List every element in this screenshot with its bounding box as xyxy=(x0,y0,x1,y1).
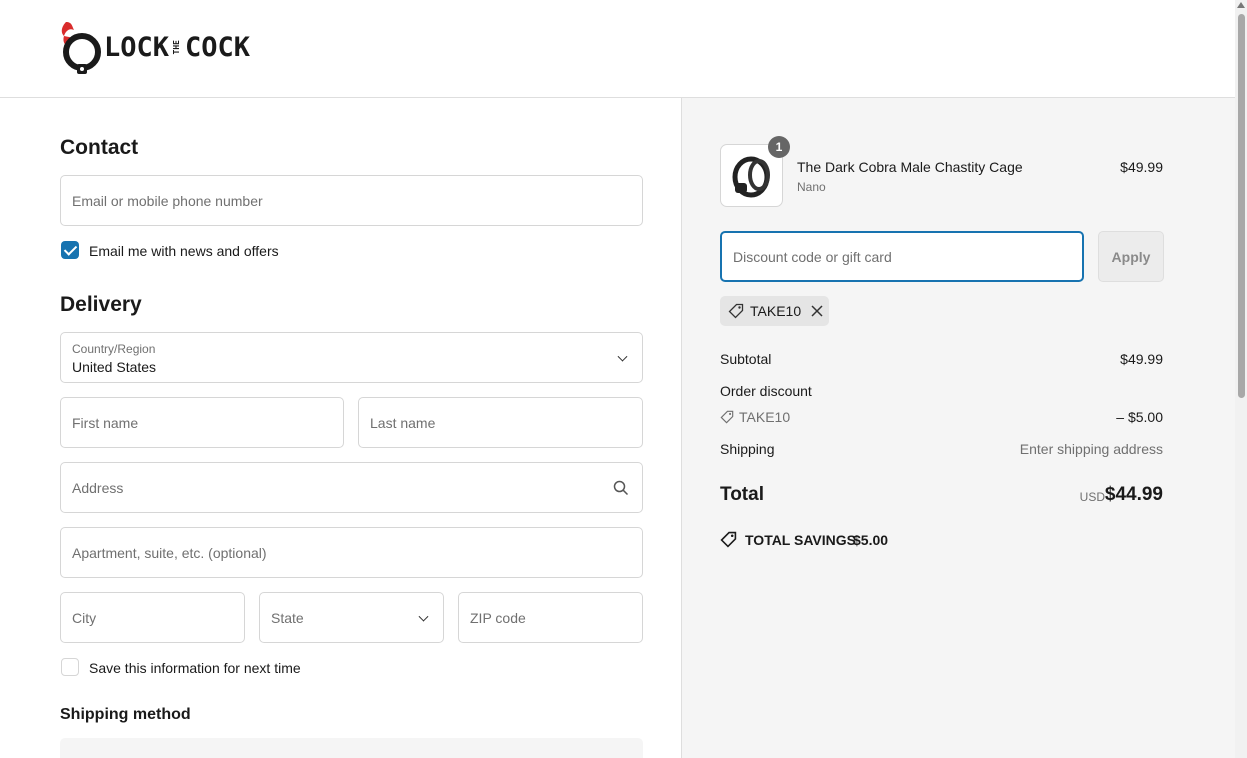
email-field[interactable]: Email or mobile phone number xyxy=(60,175,643,226)
product-price: $49.99 xyxy=(1120,159,1163,175)
currency-label: USD xyxy=(1079,490,1105,504)
scrollbar-thumb[interactable] xyxy=(1238,14,1245,398)
state-placeholder: State xyxy=(271,609,304,626)
first-name-placeholder: First name xyxy=(72,414,139,431)
brand-logo[interactable]: LOCK THE COCK xyxy=(60,18,250,76)
shipping-value: Enter shipping address xyxy=(1019,441,1163,457)
address-placeholder: Address xyxy=(72,479,124,496)
close-icon[interactable] xyxy=(811,305,823,317)
city-placeholder: City xyxy=(72,609,97,626)
total-label: Total xyxy=(720,484,764,505)
savings-value: $5.00 xyxy=(853,532,889,548)
discount-code-label: TAKE10 xyxy=(739,409,791,425)
country-select[interactable]: Country/Region United States xyxy=(60,332,643,383)
product-variant: Nano xyxy=(797,180,826,194)
news-checkbox[interactable] xyxy=(61,241,79,259)
brand-name-right: COCK xyxy=(185,31,251,63)
page-scrollbar[interactable] xyxy=(1235,0,1247,758)
country-value: United States xyxy=(72,359,157,375)
savings-tag-icon xyxy=(720,531,737,548)
subtotal-label: Subtotal xyxy=(720,351,772,367)
country-label: Country/Region xyxy=(72,342,156,356)
apartment-field[interactable]: Apartment, suite, etc. (optional) xyxy=(60,527,643,578)
applied-code: TAKE10 xyxy=(750,303,802,319)
order-summary: 1 The Dark Cobra Male Chastity Cage Nano… xyxy=(681,98,1235,758)
news-label: Email me with news and offers xyxy=(89,243,279,259)
brand-name-mid: THE xyxy=(172,39,182,55)
save-info-label: Save this information for next time xyxy=(89,660,301,676)
total-value: $44.99 xyxy=(1104,484,1163,505)
search-icon xyxy=(613,480,629,496)
rooster-lock-icon xyxy=(61,22,101,74)
checkout-form: Contact Email or mobile phone number Ema… xyxy=(0,98,681,758)
order-discount-label: Order discount xyxy=(720,383,812,399)
discount-value: – $5.00 xyxy=(1116,409,1163,425)
last-name-placeholder: Last name xyxy=(370,414,436,431)
zip-placeholder: ZIP code xyxy=(470,609,526,626)
brand-wordmark: LOCK THE COCK xyxy=(104,32,250,63)
apartment-placeholder: Apartment, suite, etc. (optional) xyxy=(72,544,267,561)
tag-icon xyxy=(728,303,744,319)
tag-icon xyxy=(720,410,734,424)
scroll-up-arrow-icon[interactable] xyxy=(1237,2,1245,8)
shipping-method-box xyxy=(60,738,643,758)
savings-label: TOTAL SAVINGS xyxy=(745,532,856,548)
shipping-method-heading: Shipping method xyxy=(60,706,191,723)
product-name: The Dark Cobra Male Chastity Cage xyxy=(797,159,1023,175)
address-field[interactable]: Address xyxy=(60,462,643,513)
discount-field[interactable]: Discount code or gift card xyxy=(720,231,1084,282)
quantity-badge: 1 xyxy=(768,136,790,158)
discount-placeholder: Discount code or gift card xyxy=(733,248,892,265)
save-info-checkbox[interactable] xyxy=(61,658,79,676)
first-name-field[interactable]: First name xyxy=(60,397,344,448)
apply-button[interactable]: Apply xyxy=(1098,231,1164,282)
delivery-heading: Delivery xyxy=(60,293,142,316)
shipping-label: Shipping xyxy=(720,441,775,457)
contact-heading: Contact xyxy=(60,136,139,159)
state-select[interactable]: State xyxy=(259,592,444,643)
chevron-down-icon xyxy=(617,351,628,362)
email-placeholder: Email or mobile phone number xyxy=(72,192,263,209)
header: LOCK THE COCK xyxy=(0,0,1235,98)
city-field[interactable]: City xyxy=(60,592,245,643)
last-name-field[interactable]: Last name xyxy=(358,397,643,448)
applied-discount-chip: TAKE10 xyxy=(720,296,829,326)
subtotal-value: $49.99 xyxy=(1120,351,1163,367)
brand-name-left: LOCK xyxy=(104,31,170,63)
zip-field[interactable]: ZIP code xyxy=(458,592,643,643)
chevron-down-icon xyxy=(418,611,429,622)
